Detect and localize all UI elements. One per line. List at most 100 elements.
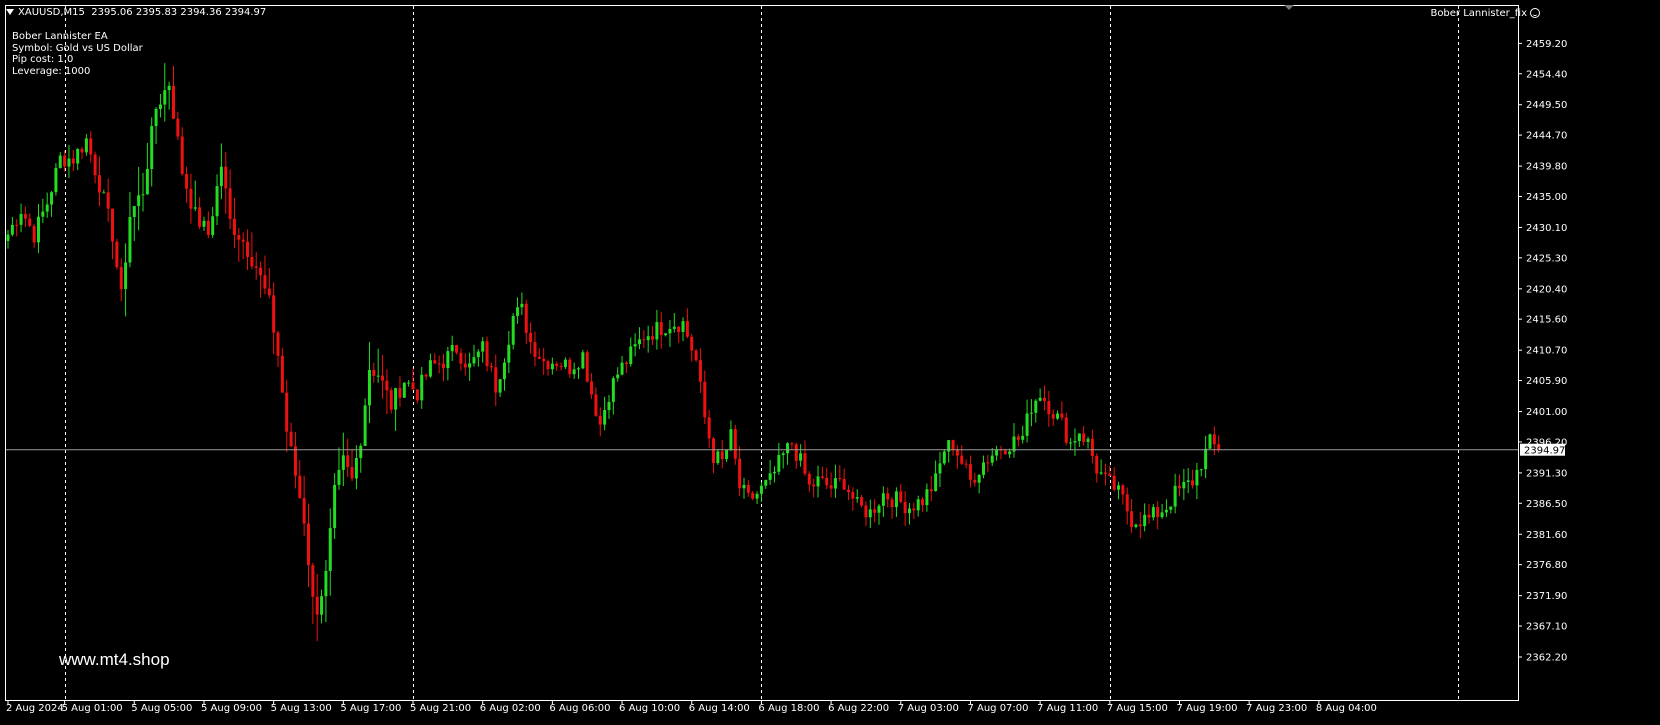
candle-body	[285, 392, 289, 432]
candle	[947, 439, 951, 463]
candle	[1134, 523, 1138, 529]
candle-body	[446, 351, 450, 369]
candle-body	[973, 479, 977, 483]
chart-shift-marker[interactable]	[1284, 5, 1294, 10]
candle	[942, 449, 946, 466]
candle-body	[968, 464, 972, 480]
candle	[111, 208, 115, 260]
candle-body	[533, 342, 537, 357]
candle	[1212, 426, 1216, 455]
candle-body	[598, 415, 602, 425]
candle-body	[298, 475, 302, 499]
price-tick-label: 2459.20	[1526, 39, 1567, 50]
candle-body	[764, 479, 768, 486]
candle	[1199, 468, 1203, 477]
candle-body	[1217, 444, 1221, 450]
expert-advisor-label[interactable]: Bober Lannister_fix	[1430, 8, 1540, 19]
candle	[799, 444, 803, 467]
candle-body	[154, 108, 158, 127]
candlestick-chart[interactable]: 2459.20 2454.40 2449.50 2444.70 2439.80 2435.…	[0, 0, 1660, 721]
candle	[455, 344, 459, 355]
candle-body	[67, 158, 71, 167]
candle	[6, 229, 10, 249]
candle-body	[907, 508, 911, 514]
candle-body	[1134, 524, 1138, 527]
candle-body	[703, 381, 707, 418]
candle	[407, 379, 411, 387]
candle	[755, 491, 759, 505]
time-tick-label: 7 Aug 19:00	[1176, 703, 1237, 714]
candle	[642, 330, 646, 349]
candle-body	[559, 366, 563, 368]
candle-body	[934, 473, 938, 492]
candle-body	[346, 455, 350, 467]
candle-body	[720, 451, 724, 460]
candle-body	[1051, 414, 1055, 419]
candle	[524, 299, 528, 345]
period-separators	[65, 6, 1459, 700]
candle-body	[211, 216, 215, 235]
candle	[171, 65, 175, 120]
candle-body	[942, 451, 946, 464]
candle-body	[807, 473, 811, 485]
ea-info-line: Leverage: 1000	[12, 65, 91, 77]
candle	[346, 438, 350, 477]
candle	[1186, 467, 1190, 494]
candle	[1069, 437, 1073, 450]
candle-body	[372, 369, 376, 376]
candle-body	[502, 362, 506, 380]
candle-body	[738, 458, 742, 489]
candle-body	[433, 360, 437, 364]
price-tick-label: 2376.80	[1526, 560, 1567, 571]
candle	[646, 325, 650, 353]
candle	[659, 312, 663, 349]
chart-area[interactable]: 2459.20 2454.40 2449.50 2444.70 2439.80 2435.…	[0, 0, 1660, 721]
candle-body	[986, 462, 990, 464]
candle-body	[816, 476, 820, 487]
candle	[385, 369, 389, 415]
candle-body	[333, 484, 337, 529]
candle-body	[128, 216, 132, 263]
candle-body	[1042, 397, 1046, 401]
candle-body	[10, 224, 14, 235]
candle	[903, 491, 907, 527]
candle	[272, 282, 276, 355]
candle-body	[516, 307, 520, 316]
candle	[520, 292, 524, 316]
candle	[781, 451, 785, 469]
candle-body	[1073, 441, 1077, 443]
candle	[415, 389, 419, 404]
candle	[655, 309, 659, 350]
candle-body	[742, 484, 746, 489]
candle	[502, 358, 506, 391]
candle-body	[772, 471, 776, 474]
candle	[516, 297, 520, 324]
candle-body	[137, 195, 141, 207]
candle	[546, 359, 550, 376]
candle-body	[468, 363, 472, 368]
candle	[1130, 499, 1134, 533]
candle	[677, 325, 681, 343]
candle	[1064, 412, 1068, 446]
candle	[825, 467, 829, 490]
smiley-icon[interactable]	[1530, 8, 1540, 18]
candle-body	[607, 401, 611, 411]
candle-body	[590, 381, 594, 395]
candle-body	[1186, 480, 1190, 482]
candle	[132, 205, 136, 241]
ea-info-line: Pip cost: 1.0	[12, 54, 74, 66]
candle-body	[524, 303, 528, 333]
candle-body	[1099, 472, 1103, 474]
candle	[1029, 399, 1033, 427]
price-tick-label: 2449.50	[1526, 100, 1567, 111]
collapse-triangle-icon[interactable]	[6, 9, 14, 15]
candle-body	[45, 204, 49, 212]
candle-body	[167, 85, 171, 91]
candle	[58, 152, 62, 169]
candle	[585, 350, 589, 383]
candle-body	[938, 463, 942, 474]
candle-body	[825, 477, 829, 486]
candle	[698, 348, 702, 393]
candle	[842, 468, 846, 490]
candle-body	[394, 388, 398, 410]
